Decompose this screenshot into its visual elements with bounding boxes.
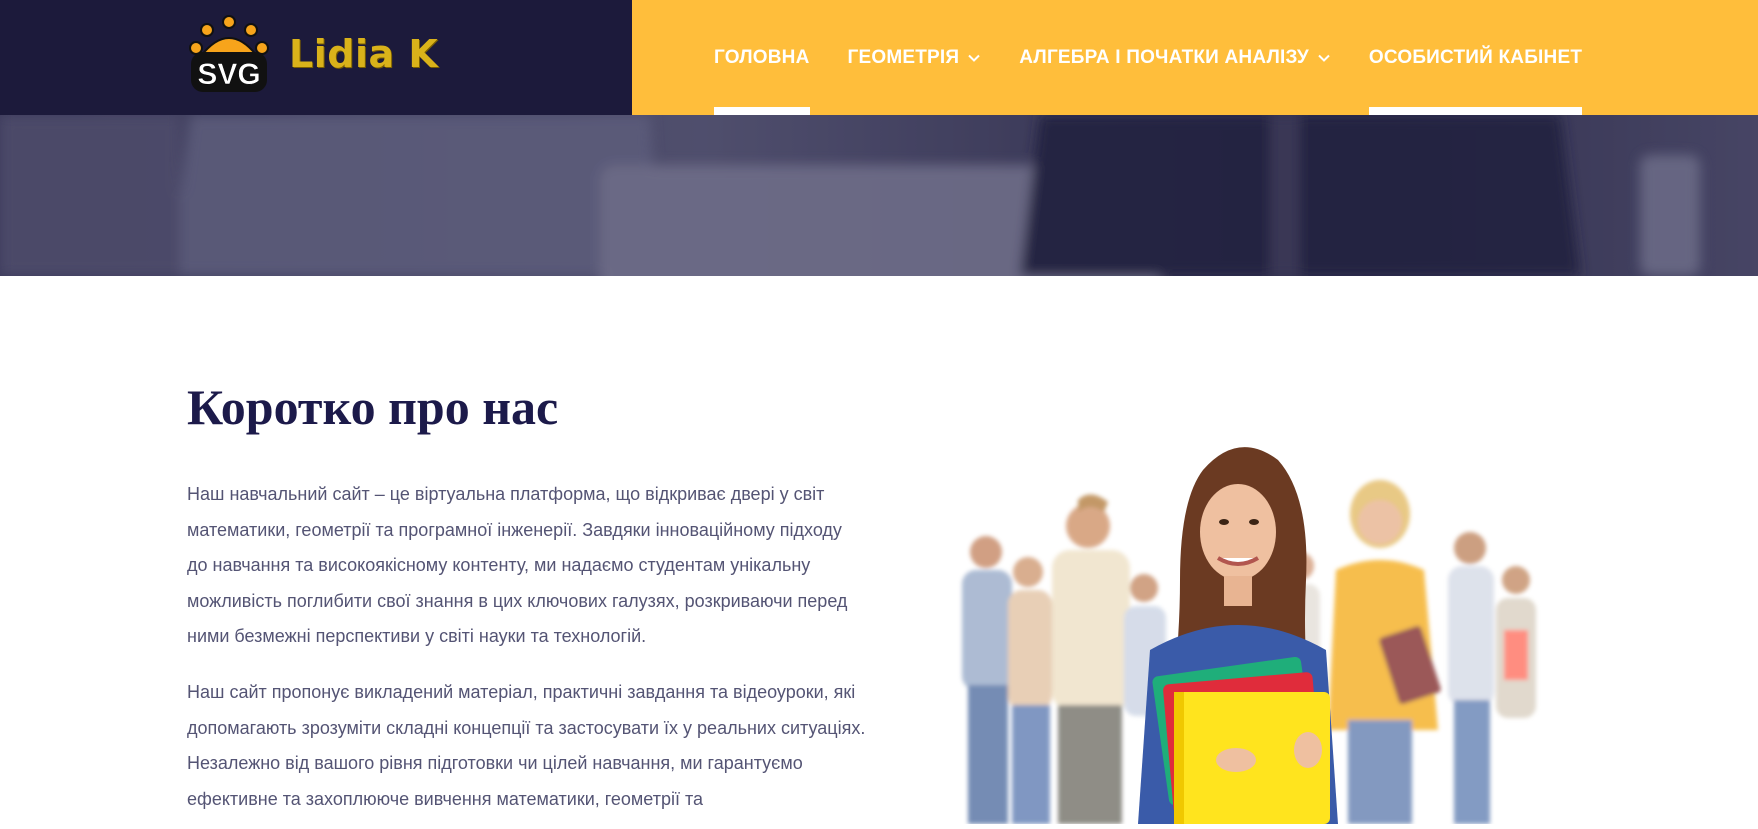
- about-section: Коротко про нас Наш навчальний сайт – це…: [187, 380, 867, 817]
- main-navigation: Головна Геометрія Алгебра і початки анал…: [714, 0, 1620, 115]
- nav-item-home[interactable]: Головна: [714, 0, 810, 115]
- nav-item-label: Особистий кабінет: [1368, 46, 1583, 68]
- site-header: SVG Lidia K Головна Геометрія Алгебра і …: [0, 0, 1758, 115]
- chevron-down-icon: [968, 54, 980, 62]
- svg-logo-icon: SVG: [187, 12, 271, 96]
- about-paragraph: Наш навчальний сайт – це віртуальна плат…: [187, 484, 848, 647]
- nav-item-personal-cabinet[interactable]: Особистий кабінет: [1368, 0, 1583, 115]
- hero-banner-image: [0, 115, 1758, 276]
- svg-text:SVG: SVG: [197, 58, 260, 91]
- nav-item-label: Геометрія: [847, 46, 960, 68]
- brand-name: Lidia K: [289, 32, 439, 76]
- about-paragraph: Наш сайт пропонує викладений матеріал, п…: [187, 681, 866, 809]
- nav-item-geometry[interactable]: Геометрія: [848, 0, 982, 115]
- nav-item-label: Головна: [714, 46, 810, 68]
- students-group-image: [918, 430, 1568, 824]
- nav-item-underline: [1368, 107, 1583, 115]
- site-logo[interactable]: SVG Lidia K: [187, 12, 438, 96]
- about-title: Коротко про нас: [187, 379, 559, 435]
- nav-item-algebra[interactable]: Алгебра і початки аналізу: [1019, 0, 1331, 115]
- hero-photo-overlay: [0, 115, 1758, 276]
- chevron-down-icon: [1318, 54, 1330, 62]
- nav-item-label: Алгебра і початки аналізу: [1019, 46, 1309, 68]
